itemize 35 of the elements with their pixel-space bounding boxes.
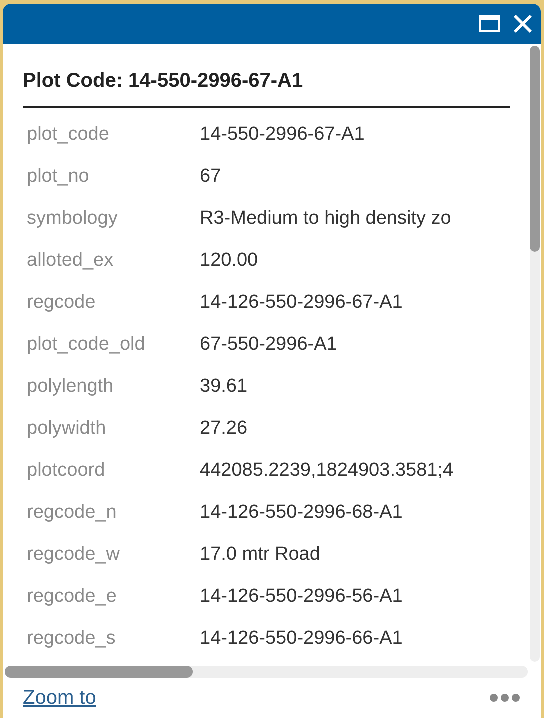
field-label: plotcoord (27, 458, 106, 483)
field-label: alloted_ex (27, 248, 115, 273)
field-label: symbology (27, 206, 119, 231)
field-value: 442085.2239,1824903.3581;4 (200, 458, 454, 483)
field-label: polywidth (27, 416, 108, 441)
scrollbar-thumb[interactable] (5, 666, 193, 678)
field-value: 27.26 (200, 416, 248, 441)
field-value: 14-550-2996-67-A1 (200, 122, 365, 147)
field-label: plot_code_old (27, 332, 146, 357)
field-value: 67-550-2996-A1 (200, 332, 338, 357)
field-value: 67 (200, 164, 222, 189)
field-label: regcode (27, 290, 97, 315)
field-label: regcode_w (27, 542, 121, 567)
field-label: plot_code (27, 122, 110, 147)
field-value: 120.00 (200, 248, 258, 273)
scrollbar-thumb[interactable] (530, 46, 540, 252)
field-value: 14-126-550-2996-56-A1 (200, 584, 403, 609)
field-label: regcode_e (27, 584, 118, 609)
maximize-icon[interactable] (479, 15, 501, 33)
horizontal-scrollbar[interactable] (5, 666, 528, 678)
field-label: plot_no (27, 164, 90, 189)
field-label: regcode_s (27, 626, 117, 651)
field-label: polylength (27, 374, 115, 399)
vertical-scrollbar[interactable] (530, 46, 540, 662)
close-icon[interactable] (513, 14, 533, 34)
field-value: 39.61 (200, 374, 248, 399)
field-label: regcode_n (27, 500, 118, 525)
field-value: 14-126-550-2996-66-A1 (200, 626, 403, 651)
popup-title: Plot Code: 14-550-2996-67-A1 (23, 66, 510, 108)
more-options-icon[interactable] (489, 693, 521, 703)
zoom-to-link[interactable]: Zoom to (23, 683, 96, 713)
field-value: R3-Medium to high density zo (200, 206, 452, 231)
field-value: 14-126-550-2996-67-A1 (200, 290, 403, 315)
field-value: 14-126-550-2996-68-A1 (200, 500, 403, 525)
field-value: 17.0 mtr Road (200, 542, 320, 567)
